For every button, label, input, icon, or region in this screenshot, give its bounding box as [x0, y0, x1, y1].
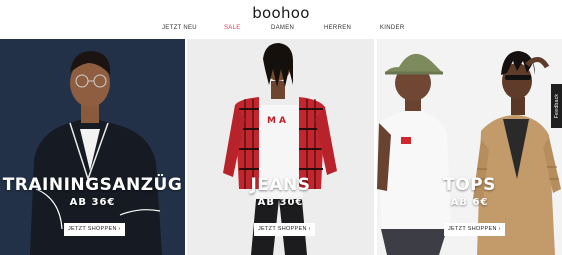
- feedback-tab[interactable]: Feedback: [551, 84, 562, 128]
- nav-item-jetzt-neu[interactable]: JETZT NEU: [162, 25, 197, 31]
- shop-now-button[interactable]: JETZT SHOPPEN ›: [254, 223, 315, 236]
- panel-tops[interactable]: TOPS AB 6€ JETZT SHOPPEN ›: [377, 39, 562, 255]
- site-header: boohoo JETZT NEU SALE DAMEN HERREN KINDE…: [0, 0, 562, 38]
- panel-price: AB 6€: [450, 197, 489, 208]
- panel-title: JEANS: [250, 175, 311, 195]
- panel-jeans[interactable]: M A JEANS AB 30€ JETZT SHOPPEN ›: [187, 39, 374, 255]
- boohoo-logo[interactable]: boohoo: [0, 4, 562, 22]
- panel-price: AB 30€: [257, 197, 304, 208]
- svg-text:A: A: [279, 116, 286, 126]
- panel-tracksuits[interactable]: TRAININGSANZÜG AB 36€ JETZT SHOPPEN ›: [0, 39, 185, 255]
- panel-title: TRAININGSANZÜG: [2, 175, 183, 195]
- nav-item-kinder[interactable]: KINDER: [380, 25, 404, 31]
- svg-text:M: M: [267, 116, 276, 126]
- nav-item-sale[interactable]: SALE: [224, 25, 241, 31]
- panel-price: AB 36€: [69, 197, 116, 208]
- shop-now-button[interactable]: JETZT SHOPPEN ›: [444, 223, 505, 236]
- hero-panels: TRAININGSANZÜG AB 36€ JETZT SHOPPEN › M …: [0, 39, 562, 255]
- main-nav: JETZT NEU SALE DAMEN HERREN KINDER: [0, 25, 562, 35]
- nav-item-damen[interactable]: DAMEN: [271, 25, 294, 31]
- feedback-label: Feedback: [553, 93, 560, 119]
- shop-now-button[interactable]: JETZT SHOPPEN ›: [64, 223, 125, 236]
- panel-title: TOPS: [443, 175, 496, 195]
- nav-item-herren[interactable]: HERREN: [324, 25, 351, 31]
